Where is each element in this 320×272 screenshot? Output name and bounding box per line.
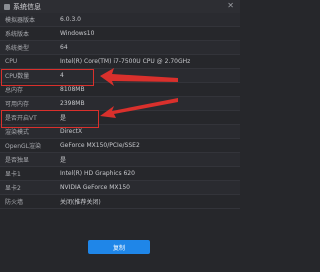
row-value: Intel(R) Core(TM) i7-7500U CPU @ 2.70GHz xyxy=(60,58,191,65)
cpu-count-highlight xyxy=(1,69,94,86)
arrow-icon xyxy=(100,68,178,86)
row-value: 2398MB xyxy=(60,100,85,107)
row-label: 系统版本 xyxy=(5,31,30,38)
table-row: OpenGL渲染 GeForce MX150/PCIe/SSE2 xyxy=(0,139,240,153)
row-value: Intel(R) HD Graphics 620 xyxy=(60,170,135,177)
title-bar: 系统信息 ✕ xyxy=(0,0,240,13)
table-row: 显卡2 NVIDIA GeForce MX150 xyxy=(0,181,240,195)
app-icon xyxy=(4,3,10,10)
row-value: GeForce MX150/PCIe/SSE2 xyxy=(60,142,140,149)
window-title: 系统信息 xyxy=(13,2,41,11)
row-value: 64 xyxy=(60,44,68,51)
row-value: 6.0.3.0 xyxy=(60,16,81,23)
row-label: 显卡1 xyxy=(5,171,21,178)
available-memory-highlight xyxy=(1,110,99,128)
row-label: 是否独显 xyxy=(5,157,30,164)
row-label: 显卡2 xyxy=(5,185,21,192)
table-row: 防火墙 关闭(推荐关闭) xyxy=(0,195,240,209)
table-row: 是否独显 是 xyxy=(0,153,240,167)
row-label: 防火墙 xyxy=(5,199,24,206)
row-value: Windows10 xyxy=(60,30,95,37)
table-row: 系统版本 Windows10 xyxy=(0,27,240,41)
row-value: 8108MB xyxy=(60,86,85,93)
row-value: NVIDIA GeForce MX150 xyxy=(60,184,130,191)
table-row: 系统类型 64 xyxy=(0,41,240,55)
table-row: CPU Intel(R) Core(TM) i7-7500U CPU @ 2.70… xyxy=(0,55,240,69)
row-label: CPU xyxy=(5,58,18,65)
table-row: 显卡1 Intel(R) HD Graphics 620 xyxy=(0,167,240,181)
row-value: 是 xyxy=(60,157,67,164)
row-label: 可用内存 xyxy=(5,101,30,108)
row-label: 渲染模式 xyxy=(5,129,30,136)
copy-button[interactable]: 复制 xyxy=(88,240,150,254)
row-value: DirectX xyxy=(60,128,83,135)
close-icon[interactable]: ✕ xyxy=(227,1,234,10)
row-label: 总内存 xyxy=(5,87,24,94)
row-label: 系统类型 xyxy=(5,45,30,52)
row-value: 关闭(推荐关闭) xyxy=(60,199,101,206)
arrow-icon xyxy=(100,98,178,118)
row-label: 模拟器版本 xyxy=(5,17,36,24)
row-label: OpenGL渲染 xyxy=(5,143,42,150)
table-row: 模拟器版本 6.0.3.0 xyxy=(0,13,240,27)
